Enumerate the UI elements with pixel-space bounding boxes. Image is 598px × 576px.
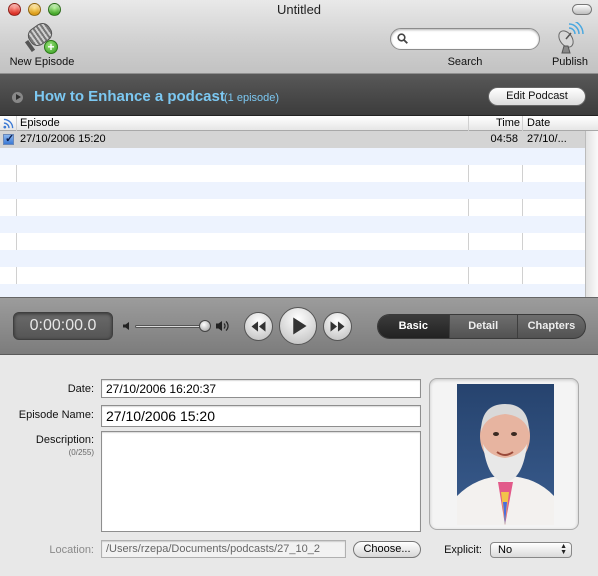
tab-detail[interactable]: Detail xyxy=(448,315,517,338)
episode-detail-form: Date: 27/10/2006 16:20:37 Episode Name: … xyxy=(0,355,598,576)
empty-row xyxy=(0,284,585,297)
fast-forward-icon xyxy=(330,321,345,332)
episode-name-label: Episode Name: xyxy=(18,409,94,421)
edit-podcast-button[interactable]: Edit Podcast xyxy=(488,87,586,106)
episode-name-field[interactable]: 27/10/2006 15:20 xyxy=(101,405,421,427)
view-segmented-control: Basic Detail Chapters xyxy=(377,314,586,339)
rewind-icon xyxy=(251,321,266,332)
empty-row xyxy=(0,182,585,199)
episode-time-cell: 04:58 xyxy=(490,133,518,145)
episode-checkbox[interactable] xyxy=(3,132,14,145)
episode-name-cell: 27/10/2006 15:20 xyxy=(20,133,106,145)
publish-label: Publish xyxy=(551,56,589,68)
explicit-label: Explicit: xyxy=(444,544,482,556)
location-field: /Users/rzepa/Documents/podcasts/27_10_2 xyxy=(101,540,346,558)
episode-table: Episode Time Date 27/10/2006 15:20 04:58… xyxy=(0,116,598,297)
toolbar-toggle-button[interactable] xyxy=(572,4,592,15)
search-field[interactable] xyxy=(390,28,540,50)
play-button[interactable] xyxy=(279,307,317,345)
new-episode-button[interactable]: + New Episode xyxy=(4,19,80,68)
podcast-header: How to Enhance a podcast (1 episode) Edi… xyxy=(0,74,598,116)
timecode-display: 0:00:00.0 xyxy=(13,312,113,340)
date-label: Date: xyxy=(67,383,94,395)
volume-slider-knob[interactable] xyxy=(199,320,211,332)
empty-row xyxy=(0,250,585,267)
volume-low-icon xyxy=(123,322,129,330)
explicit-value: No xyxy=(498,544,513,556)
date-field[interactable]: 27/10/2006 16:20:37 xyxy=(101,379,421,398)
player-bar: 0:00:00.0 Basic Detail Chapters xyxy=(0,297,598,355)
table-header: Episode Time Date xyxy=(0,116,598,131)
podcast-title: How to Enhance a podcast xyxy=(34,88,225,105)
chevron-up-down-icon: ▲ ▼ xyxy=(560,543,567,556)
column-header-date[interactable]: Date xyxy=(527,117,550,129)
empty-row xyxy=(0,267,585,284)
satellite-dish-icon xyxy=(558,22,584,54)
play-preview-icon[interactable] xyxy=(12,92,23,103)
description-field[interactable] xyxy=(101,431,421,532)
column-header-time[interactable]: Time xyxy=(470,117,520,129)
new-episode-label: New Episode xyxy=(9,56,75,68)
window-title: Untitled xyxy=(276,2,322,17)
fast-forward-button[interactable] xyxy=(323,312,352,341)
description-label: Description: xyxy=(35,434,94,446)
search-label: Search xyxy=(447,56,483,68)
episode-date-cell: 27/10/... xyxy=(527,133,567,145)
description-counter: (0/255) xyxy=(68,448,94,457)
column-header-episode[interactable]: Episode xyxy=(20,117,60,129)
tab-basic[interactable]: Basic xyxy=(378,315,449,338)
tab-chapters[interactable]: Chapters xyxy=(516,315,585,338)
search-icon xyxy=(397,33,408,44)
location-label: Location: xyxy=(49,544,94,556)
episode-count: (1 episode) xyxy=(224,92,280,104)
publish-button[interactable]: Publish xyxy=(548,22,592,68)
rewind-button[interactable] xyxy=(244,312,273,341)
episode-artwork-well[interactable] xyxy=(429,378,579,530)
search-input[interactable] xyxy=(413,32,533,46)
explicit-select[interactable]: No ▲ ▼ xyxy=(490,542,572,558)
rss-feed-icon xyxy=(3,118,14,129)
episode-rows: 27/10/2006 15:20 04:58 27/10/... xyxy=(0,131,585,297)
table-scrollbar[interactable] xyxy=(585,131,598,297)
table-row[interactable]: 27/10/2006 15:20 04:58 27/10/... xyxy=(0,131,585,148)
empty-row xyxy=(0,199,585,216)
episode-artwork-image xyxy=(457,384,554,525)
empty-row xyxy=(0,233,585,250)
volume-high-icon xyxy=(216,321,229,331)
microphone-add-icon: + xyxy=(24,19,60,54)
window-toolbar: Untitled + New Episode Search Publish xyxy=(0,0,598,74)
play-icon xyxy=(293,317,307,335)
empty-row xyxy=(0,165,585,182)
empty-row xyxy=(0,216,585,233)
empty-row xyxy=(0,148,585,165)
